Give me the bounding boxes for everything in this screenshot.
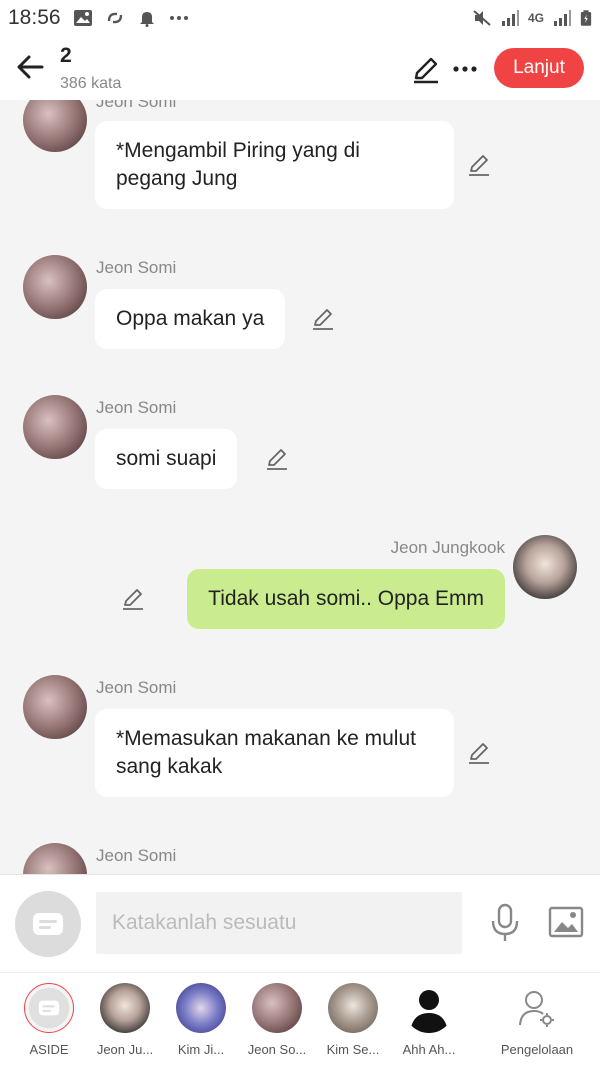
character-label: Ahh Ah...: [402, 1042, 456, 1057]
input-bar: [0, 874, 600, 972]
bell-icon: [139, 12, 154, 27]
character-label: Jeon So...: [247, 1042, 307, 1057]
character-management[interactable]: Pengelolaan: [496, 983, 578, 1057]
character-kim-se[interactable]: Kim Se...: [315, 983, 391, 1057]
status-bar: 18:56 4G: [0, 0, 600, 36]
chapter-title: 2: [60, 44, 72, 67]
character-kim-ji[interactable]: Kim Ji...: [163, 983, 239, 1057]
character-label: Jeon Ju...: [96, 1042, 154, 1057]
character-label: ASIDE: [29, 1042, 69, 1057]
word-count: 386 kata: [60, 75, 122, 92]
avatar[interactable]: [23, 395, 87, 459]
avatar: [252, 983, 302, 1033]
network-4g-icon: 4G: [527, 11, 544, 25]
message-bubble[interactable]: somi suapi: [95, 429, 238, 489]
chat-area[interactable]: Jeon Somi *Mengambil Piring yang di pega…: [0, 100, 600, 874]
character-ahh-ah[interactable]: Ahh Ah...: [391, 983, 467, 1057]
top-app-bar: 2 386 kata Lanjut: [0, 36, 600, 100]
character-jeon-jungkook[interactable]: Jeon Ju...: [87, 983, 163, 1057]
back-arrow-icon[interactable]: [14, 50, 48, 84]
sender-name: Jeon Somi: [96, 846, 177, 865]
character-jeon-somi[interactable]: Jeon So...: [239, 983, 315, 1057]
character-bar: ASIDE Jeon Ju... Kim Ji... Jeon So... Ki…: [0, 972, 600, 1067]
status-time: 18:56: [8, 6, 61, 29]
signal-icon-2: [554, 10, 571, 26]
message-bubble[interactable]: Tidak usah somi.. Oppa Emm: [187, 569, 505, 629]
sync-icon: [107, 12, 122, 24]
narration-icon: [33, 913, 63, 935]
mute-icon: [473, 10, 491, 26]
sender-name: Jeon Somi: [96, 678, 177, 697]
avatar[interactable]: [23, 675, 87, 739]
character-aside[interactable]: ASIDE: [11, 983, 87, 1057]
edit-pencil-icon[interactable]: [466, 740, 492, 766]
avatar: [100, 983, 150, 1033]
avatar[interactable]: [23, 100, 87, 152]
character-label: Kim Ji...: [177, 1042, 225, 1057]
message-input[interactable]: [96, 892, 462, 954]
message-bubble[interactable]: Oppa makan ya: [95, 289, 286, 349]
microphone-icon[interactable]: [488, 903, 522, 943]
edit-pencil-icon[interactable]: [466, 152, 492, 178]
message-bubble[interactable]: *Memasukan makanan ke mulut sang kakak: [95, 709, 454, 797]
sender-name: Jeon Somi: [96, 258, 177, 277]
avatar: [328, 983, 378, 1033]
next-button[interactable]: Lanjut: [494, 48, 584, 88]
character-label: Pengelolaan: [500, 1042, 574, 1057]
image-upload-icon[interactable]: [548, 905, 584, 939]
signal-icon: [501, 10, 519, 26]
aside-icon: [24, 983, 74, 1033]
image-icon: [73, 10, 92, 26]
edit-pencil-icon[interactable]: [120, 586, 146, 612]
edit-pencil-icon[interactable]: [264, 446, 290, 472]
avatar[interactable]: [513, 535, 577, 599]
sender-name: Jeon Jungkook: [390, 538, 505, 557]
sender-name: Jeon Somi: [96, 100, 177, 111]
manage-user-gear-icon: [512, 983, 562, 1033]
avatar: [176, 983, 226, 1033]
character-label: Kim Se...: [326, 1042, 380, 1057]
pencil-icon[interactable]: [410, 54, 442, 86]
more-options-icon[interactable]: [450, 54, 480, 84]
message-bubble[interactable]: *Mengambil Piring yang di pegang Jung: [95, 121, 454, 209]
sender-name: Jeon Somi: [96, 398, 177, 417]
more-dots-icon: [169, 16, 188, 20]
edit-pencil-icon[interactable]: [310, 306, 336, 332]
aside-toggle-button[interactable]: [15, 891, 81, 957]
silhouette-avatar: [404, 983, 454, 1033]
avatar[interactable]: [23, 255, 87, 319]
battery-icon: [580, 10, 592, 26]
avatar[interactable]: [23, 843, 87, 874]
